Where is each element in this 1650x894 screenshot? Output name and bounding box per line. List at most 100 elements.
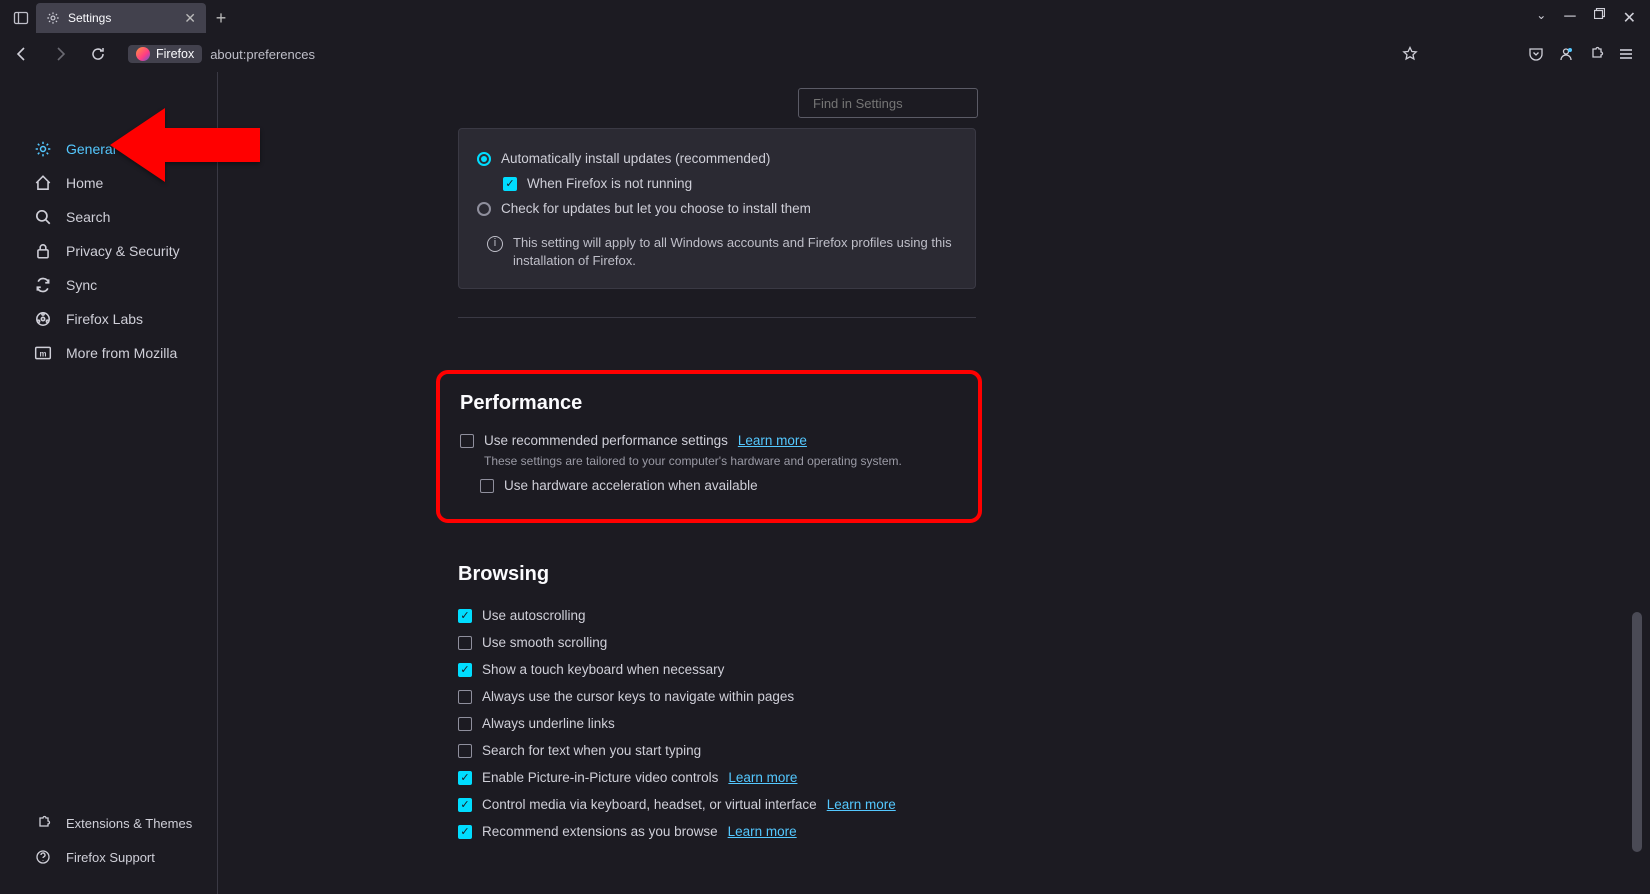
checkbox-smooth-scroll[interactable]: Use smooth scrolling [458,629,976,656]
sidebar-item-more-mozilla[interactable]: m More from Mozilla [0,336,217,370]
checkbox-label: Use autoscrolling [482,608,586,623]
puzzle-icon [34,814,52,832]
forward-button[interactable] [46,40,74,68]
identity-badge[interactable]: Firefox [128,45,202,63]
firefox-icon [136,47,150,61]
sidebar-item-label: General [66,141,116,157]
checkbox-icon [480,479,494,493]
search-icon [34,208,52,226]
bookmark-star-icon[interactable] [1402,46,1418,62]
maximize-button[interactable] [1594,8,1605,28]
checkbox-label: Use smooth scrolling [482,635,607,650]
browsing-section: Browsing ✓ Use autoscrolling Use smooth … [458,563,976,845]
pocket-icon[interactable] [1528,46,1544,62]
sidebar-item-sync[interactable]: Sync [0,268,217,302]
section-title-performance: Performance [460,392,958,415]
mozilla-icon: m [34,344,52,362]
checkbox-search-typing[interactable]: Search for text when you start typing [458,737,976,764]
reload-button[interactable] [84,40,112,68]
sidebar-item-labs[interactable]: Firefox Labs [0,302,217,336]
toolbar: Firefox about:preferences [0,36,1650,72]
menu-icon[interactable] [1618,46,1634,62]
checkbox-recommend-ext[interactable]: ✓ Recommend extensions as you browse Lea… [458,818,976,845]
checkbox-icon: ✓ [458,798,472,812]
sidebar-item-label: Privacy & Security [66,243,180,259]
checkbox-icon [458,717,472,731]
tab-settings[interactable]: Settings ✕ [36,3,206,33]
section-title-browsing: Browsing [458,563,976,586]
radio-auto-install[interactable]: Automatically install updates (recommend… [477,145,957,172]
minimize-button[interactable]: ─ [1564,8,1575,28]
radio-label: Check for updates but let you choose to … [501,201,811,216]
address-bar[interactable]: Firefox about:preferences [122,39,1392,69]
checkbox-label: Control media via keyboard, headset, or … [482,797,817,812]
url-text: about:preferences [210,47,315,62]
home-icon [34,174,52,192]
perf-desc: These settings are tailored to your comp… [460,452,958,474]
sidebar-item-support[interactable]: Firefox Support [0,840,217,874]
checkbox-autoscroll[interactable]: ✓ Use autoscrolling [458,602,976,629]
checkbox-icon: ✓ [458,825,472,839]
checkbox-label: When Firefox is not running [527,176,692,191]
content: General Home Search Privacy & Security S… [0,72,1650,894]
checkbox-underline-links[interactable]: Always underline links [458,710,976,737]
checkbox-icon: ✓ [458,663,472,677]
info-text: This setting will apply to all Windows a… [513,234,957,270]
checkbox-pip[interactable]: ✓ Enable Picture-in-Picture video contro… [458,764,976,791]
checkbox-icon: ✓ [503,177,517,191]
learn-more-link[interactable]: Learn more [728,770,797,785]
radio-check-only[interactable]: Check for updates but let you choose to … [477,195,957,222]
annotation-arrow [110,100,270,190]
checkbox-label: Recommend extensions as you browse [482,824,718,839]
tab-bar: Settings ✕ + ⌄ ─ ✕ [0,0,1650,36]
close-tab-icon[interactable]: ✕ [184,10,196,27]
checkbox-label: Show a touch keyboard when necessary [482,662,724,677]
checkbox-icon [458,636,472,650]
sidebar-item-label: Firefox Labs [66,311,143,327]
checkbox-icon: ✓ [458,771,472,785]
extensions-icon[interactable] [1588,46,1604,62]
tab-title: Settings [68,11,111,25]
flask-icon [34,310,52,328]
back-button[interactable] [8,40,36,68]
checkbox-cursor-keys[interactable]: Always use the cursor keys to navigate w… [458,683,976,710]
svg-text:m: m [40,349,47,358]
settings-search-input[interactable] [813,96,989,111]
window-controls: ⌄ ─ ✕ [1536,8,1650,28]
radio-label: Automatically install updates (recommend… [501,151,770,166]
learn-more-link[interactable]: Learn more [827,797,896,812]
sync-icon [34,276,52,294]
info-icon: i [487,236,503,252]
tabs-dropdown-icon[interactable]: ⌄ [1536,8,1546,28]
sidebar-item-label: Extensions & Themes [66,816,192,831]
account-icon[interactable] [1558,46,1574,62]
gear-icon [34,140,52,158]
checkbox-label: Search for text when you start typing [482,743,701,758]
scrollbar[interactable] [1632,612,1642,852]
checkbox-touch-keyboard[interactable]: ✓ Show a touch keyboard when necessary [458,656,976,683]
checkbox-when-not-running[interactable]: ✓ When Firefox is not running [477,172,957,195]
sidebar-item-privacy[interactable]: Privacy & Security [0,234,217,268]
sidebar-toggle[interactable] [6,10,36,26]
sidebar-item-extensions[interactable]: Extensions & Themes [0,806,217,840]
checkbox-icon [458,690,472,704]
checkbox-icon [460,434,474,448]
close-window-button[interactable]: ✕ [1623,8,1636,28]
checkbox-recommended-perf[interactable]: Use recommended performance settings Lea… [460,429,958,452]
new-tab-button[interactable]: + [206,8,236,29]
toolbar-right [1528,46,1642,62]
checkbox-hw-accel[interactable]: Use hardware acceleration when available [460,474,958,497]
radio-icon [477,202,491,216]
learn-more-link[interactable]: Learn more [728,824,797,839]
sidebar-item-label: Sync [66,277,97,293]
settings-search[interactable] [798,88,978,118]
sidebar-item-label: Home [66,175,103,191]
learn-more-link[interactable]: Learn more [738,433,807,448]
checkbox-media-keys[interactable]: ✓ Control media via keyboard, headset, o… [458,791,976,818]
radio-icon [477,152,491,166]
gear-icon [46,11,60,25]
checkbox-label: Use recommended performance settings [484,433,728,448]
performance-section: Performance Use recommended performance … [436,370,982,523]
help-icon [34,848,52,866]
sidebar-item-search[interactable]: Search [0,200,217,234]
